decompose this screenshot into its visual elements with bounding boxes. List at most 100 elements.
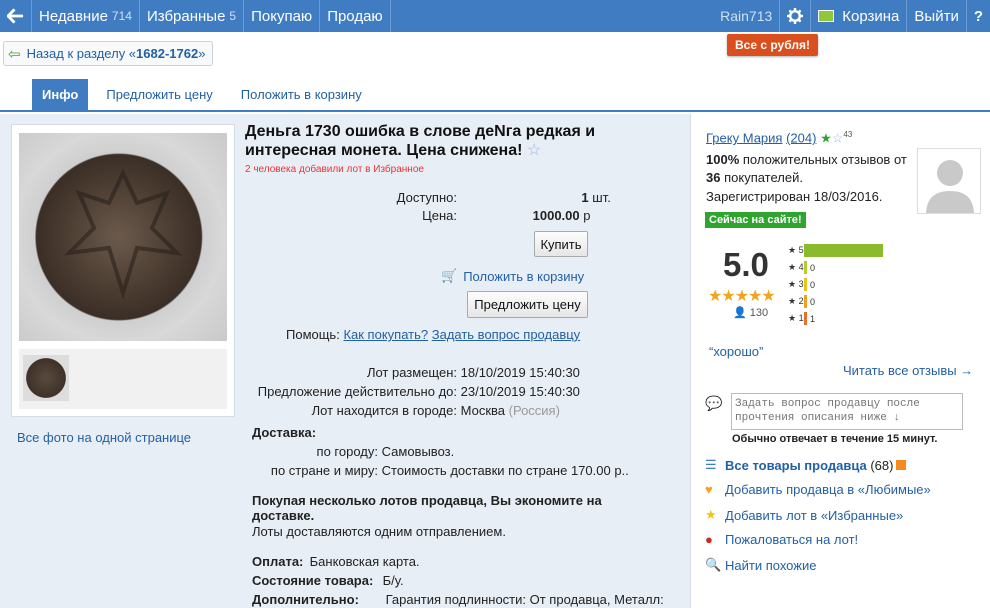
city-value: Москва (460, 403, 506, 418)
rating-bar-fill (804, 278, 807, 291)
positive-pct: 100% (706, 152, 740, 167)
online-badge: Сейчас на сайте! (705, 212, 806, 228)
rating-bar-star: ★ 2 (788, 296, 804, 306)
nav-favorites[interactable]: Избранные 5 (140, 0, 245, 32)
multi-lot-title: Покупая несколько лотов продавца, Вы эко… (252, 493, 602, 523)
all-goods-label: Все товары продавца (725, 457, 867, 473)
multi-lot-text: Лоты доставляются одним отправлением. (252, 524, 506, 539)
rating-bar-fill (804, 295, 807, 308)
buyers-text: покупателей. (724, 170, 803, 185)
rating-bar-fill (804, 244, 883, 257)
nav-username[interactable]: Rain713 (713, 0, 779, 32)
seller-panel: Греку Мария (204) ★☆43 100% положительны… (690, 114, 990, 608)
question-input[interactable] (731, 393, 963, 430)
city-delivery-label: по городу: (316, 444, 378, 459)
coin-thumbnail[interactable] (23, 355, 69, 401)
extra-value: Гарантия подлинности: От продавца, Метал… (385, 592, 664, 607)
seller-rating-link[interactable]: (204) (786, 130, 816, 145)
add-to-cart-label: Положить в корзину (463, 268, 585, 284)
nav-selling[interactable]: Продаю (320, 0, 391, 32)
all-goods-link[interactable]: ☰ Все товары продавца (68) (705, 457, 907, 473)
nav-buying[interactable]: Покупаю (244, 0, 321, 32)
star-outline-icon: ☆ (831, 130, 844, 146)
rating-bar-star: ★ 5 (788, 245, 804, 255)
nav-cart[interactable]: Корзина (811, 0, 908, 32)
buy-button[interactable]: Купить (534, 231, 588, 257)
add-to-cart-link[interactable]: 🛒 Положить в корзину (441, 268, 584, 284)
payment-row: Оплата: Банковская карта. (252, 554, 420, 569)
nav-favorites-label: Избранные (146, 7, 226, 25)
condition-row: Состояние товара: Б/у. (252, 573, 404, 588)
seller-name-link[interactable]: Греку Мария (706, 130, 782, 145)
offer-price-button[interactable]: Предложить цену (467, 291, 588, 318)
price-unit: р (583, 208, 591, 223)
find-similar-label: Найти похожие (725, 557, 817, 573)
rating-stars-icon: ★★★★★ (708, 288, 776, 305)
condition-value: Б/у. (382, 573, 404, 588)
nav-recent-count: 714 (111, 9, 132, 23)
person-icon: 👤 (733, 307, 747, 319)
tab-info[interactable]: Инфо (32, 79, 89, 110)
rating-bar-star: ★ 1 (788, 313, 804, 323)
tab-offer[interactable]: Предложить цену (96, 79, 222, 110)
nav-logout[interactable]: Выйти (907, 0, 967, 32)
list-icon: ☰ (705, 457, 717, 472)
city-row: Лот находится в городе: Москва (Россия) (245, 403, 560, 418)
rating-bar-fill (804, 261, 807, 274)
nav-help[interactable]: ? (967, 0, 990, 32)
photo-panel (11, 124, 235, 417)
stars-count: 43 (843, 130, 853, 139)
favorites-note: 2 человека добавили лот в Избранное (245, 164, 424, 175)
all-photos-link[interactable]: Все фото на одной странице (17, 430, 191, 445)
coin-photo[interactable] (19, 133, 227, 341)
star-outline-icon[interactable]: ☆ (527, 142, 541, 159)
back-arrow-icon[interactable] (0, 0, 32, 32)
country-delivery-value: Стоимость доставки по стране 170.00 р.. (381, 463, 629, 478)
rating-bar-row: ★ 4 0 (788, 261, 825, 274)
green-star-icon: ★ (820, 130, 832, 146)
price-label: Цена: (422, 208, 457, 223)
add-favorite-seller-link[interactable]: ♥ Добавить продавца в «Любимые» (705, 482, 931, 497)
seller-name-row: Греку Мария (204) ★☆43 (706, 130, 852, 146)
chat-icon: 💬 (705, 395, 723, 411)
valid-label: Предложение действительно до: (257, 384, 457, 399)
placed-label: Лот размещен: (366, 365, 457, 380)
back-section: 1682-1762 (136, 46, 199, 61)
rating-bar-row: ★ 2 0 (788, 295, 825, 308)
rss-icon[interactable] (896, 460, 907, 470)
city-delivery-row: по городу: Самовывоз. (245, 444, 455, 459)
buyers-count: 36 (706, 170, 721, 185)
country-delivery-label: по стране и миру: (270, 463, 378, 478)
review-quote[interactable]: “хорошо” (709, 344, 763, 359)
avatar[interactable] (917, 148, 981, 214)
back-to-section-button[interactable]: ⇦ Назад к разделу «1682-1762» (3, 41, 214, 66)
all-goods-count: (68) (870, 457, 894, 473)
thumbnail-strip (19, 349, 227, 409)
complain-link[interactable]: ● Пожаловаться на лот! (705, 532, 858, 547)
price-row: Цена: 1000.00 р (330, 208, 590, 223)
cart-icon (818, 10, 835, 22)
valid-row: Предложение действительно до: 23/10/2019… (245, 384, 580, 399)
search-icon: 🔍 (705, 557, 722, 572)
nav-favorites-count: 5 (229, 9, 237, 23)
valid-value: 23/10/2019 15:40:30 (460, 384, 580, 399)
back-text: Назад к разделу « (26, 46, 137, 61)
price-value: 1000.00 (532, 208, 580, 223)
all-reviews-link[interactable]: Читать все отзывы → (843, 363, 973, 378)
add-favorite-lot-link[interactable]: ★ Добавить лот в «Избранные» (705, 507, 903, 523)
find-similar-link[interactable]: 🔍 Найти похожие (705, 557, 816, 573)
promo-badge[interactable]: Все с рубля! (727, 34, 818, 56)
tabs: Инфо Предложить цену Положить в корзину (0, 79, 990, 112)
positive-text: положительных отзывов (742, 152, 891, 167)
how-to-buy-link[interactable]: Как покупать? (343, 327, 428, 342)
nav-recent[interactable]: Недавние 714 (32, 0, 140, 32)
rating-bar-row: ★ 3 0 (788, 278, 825, 291)
rating-score: 5.0 (723, 246, 769, 283)
votes-count: 130 (749, 307, 769, 319)
ask-seller-link[interactable]: Задать вопрос продавцу (432, 327, 580, 342)
star-icon: ★ (705, 507, 717, 522)
placed-row: Лот размещен: 18/10/2019 15:40:30 (245, 365, 580, 380)
gear-icon[interactable] (779, 0, 812, 32)
extra-row: Дополнительно: Гарантия подлинности: От … (252, 592, 664, 607)
tab-cart[interactable]: Положить в корзину (231, 79, 372, 110)
